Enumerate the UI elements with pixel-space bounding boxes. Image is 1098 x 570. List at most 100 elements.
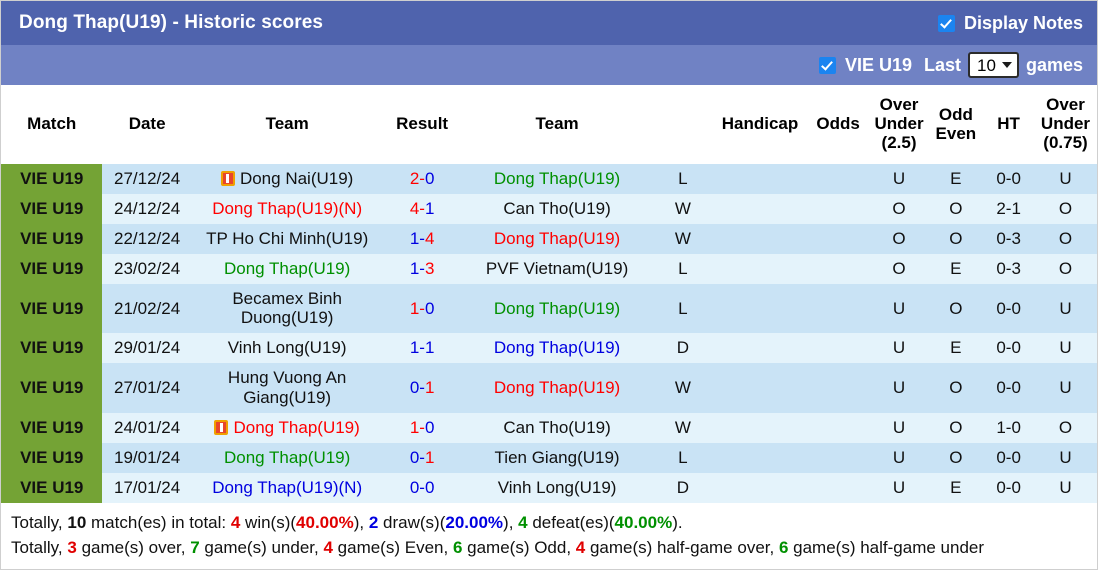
column-header-over-under-25[interactable]: Over Under (2.5) [869, 85, 929, 165]
table-row[interactable]: VIE U19 22/12/24 TP Ho Chi Minh(U19) 1-4 Don… [1, 223, 1097, 254]
handicap-value [713, 472, 807, 503]
table-row[interactable]: VIE U19 24/01/24 Dong Thap(U19) 1-0 Can Tho(… [1, 412, 1097, 443]
table-row[interactable]: VIE U19 29/01/24 Vinh Long(U19) 1-1 Dong Tha… [1, 333, 1097, 364]
display-notes-label: Display Notes [963, 12, 1083, 33]
ou25-line2: Under [874, 114, 924, 134]
away-team[interactable]: Tien Giang(U19) [461, 442, 653, 473]
odd-even-value: E [928, 164, 984, 194]
display-notes-checkbox[interactable] [937, 14, 955, 32]
home-team[interactable]: Dong Thap(U19) [191, 253, 383, 284]
home-team[interactable]: Dong Nai(U19) [191, 164, 383, 194]
summary-l2-p2: game(s) over, [76, 538, 191, 558]
home-team-name: Becamex Binh Duong(U19) [232, 288, 342, 328]
league-filter-checkbox[interactable] [818, 56, 836, 74]
home-team[interactable]: Dong Thap(U19) [191, 412, 383, 443]
column-header-team-away[interactable]: Team [461, 85, 653, 165]
match-date: 24/12/24 [102, 193, 192, 224]
column-header-over-under-075[interactable]: Over Under (0.75) [1033, 85, 1097, 165]
column-header-odd-even[interactable]: Odd Even [928, 85, 984, 165]
summary-line-ou-oe: Totally, 3 game(s) over, 7 game(s) under… [11, 535, 1087, 561]
table-row[interactable]: VIE U19 27/12/24 Dong Nai(U19) 2-0 Dong Thap… [1, 164, 1097, 194]
away-score: 1 [424, 338, 435, 358]
away-team-name: Dong Thap(U19) [493, 228, 621, 248]
column-header-handicap[interactable]: Handicap [713, 85, 807, 165]
ou075-line1: Over [1046, 95, 1085, 114]
summary-l1-p6: ), [503, 512, 519, 532]
away-team[interactable]: Dong Thap(U19) [461, 164, 653, 194]
home-team-name: Dong Thap(U19) [223, 258, 351, 278]
home-team[interactable]: Dong Thap(U19)(N) [191, 472, 383, 503]
table-row[interactable]: VIE U19 21/02/24 Becamex Binh Duong(U19) 1-… [1, 283, 1097, 334]
table-row[interactable]: VIE U19 27/01/24 Hung Vuong An Giang(U19) 0… [1, 363, 1097, 413]
away-team-name: Tien Giang(U19) [494, 447, 620, 467]
result-outcome: D [652, 472, 714, 503]
summary-l1-p3: win(s)( [240, 512, 297, 532]
page-title: Dong Thap(U19) - Historic scores [19, 12, 324, 33]
last-games-select[interactable]: 10 [968, 52, 1019, 78]
away-team[interactable]: Can Tho(U19) [461, 193, 653, 224]
home-score: 1 [409, 338, 420, 358]
odds-value [806, 333, 870, 364]
summary-line-results: Totally, 10 match(es) in total: 4 win(s)… [11, 510, 1087, 536]
over-under-25-value: O [869, 223, 929, 254]
match-result: 2-0 [382, 164, 462, 194]
odds-value [806, 472, 870, 503]
half-time-score: 0-0 [983, 164, 1034, 194]
match-date: 23/02/24 [102, 253, 192, 284]
over-under-075-value: U [1033, 442, 1097, 473]
table-body: VIE U19 27/12/24 Dong Nai(U19) 2-0 Dong Thap… [1, 164, 1097, 503]
away-team[interactable]: PVF Vietnam(U19) [461, 253, 653, 284]
match-result: 0-1 [382, 442, 462, 473]
away-team-name: Dong Thap(U19) [493, 169, 621, 189]
column-header-wdl [652, 85, 714, 165]
home-team[interactable]: TP Ho Chi Minh(U19) [191, 223, 383, 254]
half-time-score: 0-3 [983, 223, 1034, 254]
league-badge: VIE U19 [1, 253, 103, 284]
red-card-icon [214, 419, 229, 435]
away-team-name: PVF Vietnam(U19) [485, 258, 629, 278]
column-header-ht[interactable]: HT [983, 85, 1034, 165]
summary-half-over-count: 4 [575, 538, 586, 558]
table-row[interactable]: VIE U19 19/01/24 Dong Thap(U19) 0-1 Tien Gia… [1, 442, 1097, 473]
over-under-075-value: U [1033, 363, 1097, 413]
match-result: 0-1 [382, 363, 462, 413]
match-date: 17/01/24 [102, 472, 192, 503]
column-header-result[interactable]: Result [382, 85, 462, 165]
red-card-icon [220, 171, 235, 187]
column-header-date[interactable]: Date [102, 85, 192, 165]
result-outcome: L [652, 253, 714, 284]
handicap-value [713, 223, 807, 254]
column-header-team-home[interactable]: Team [191, 85, 383, 165]
home-team[interactable]: Vinh Long(U19) [191, 333, 383, 364]
result-outcome: W [652, 223, 714, 254]
ou25-line3: (2.5) [881, 133, 917, 153]
away-team[interactable]: Vinh Long(U19) [461, 472, 653, 503]
away-team-name: Can Tho(U19) [503, 198, 611, 218]
over-under-25-value: U [869, 472, 929, 503]
home-team[interactable]: Becamex Binh Duong(U19) [191, 283, 383, 334]
away-team[interactable]: Dong Thap(U19) [461, 223, 653, 254]
handicap-value [713, 193, 807, 224]
historic-scores-table: Match Date Team Result Team Handicap Odd… [1, 85, 1097, 503]
over-under-25-value: U [869, 333, 929, 364]
table-row[interactable]: VIE U19 17/01/24 Dong Thap(U19)(N) 0-0 Vinh … [1, 472, 1097, 503]
table-header: Match Date Team Result Team Handicap Odd… [1, 85, 1097, 165]
column-header-odds[interactable]: Odds [806, 85, 870, 165]
odd-even-value: E [928, 253, 984, 284]
over-under-25-value: U [869, 283, 929, 334]
result-outcome: L [652, 442, 714, 473]
column-header-match[interactable]: Match [1, 85, 103, 165]
home-team[interactable]: Dong Thap(U19)(N) [191, 193, 383, 224]
home-team[interactable]: Hung Vuong An Giang(U19) [191, 363, 383, 413]
away-team[interactable]: Dong Thap(U19) [461, 333, 653, 364]
away-team[interactable]: Dong Thap(U19) [461, 363, 653, 413]
away-team[interactable]: Can Tho(U19) [461, 412, 653, 443]
away-team[interactable]: Dong Thap(U19) [461, 283, 653, 334]
odd-even-value: O [928, 283, 984, 334]
odd-even-value: E [928, 472, 984, 503]
away-score: 0 [424, 298, 435, 318]
match-result: 1-0 [382, 412, 462, 443]
table-row[interactable]: VIE U19 24/12/24 Dong Thap(U19)(N) 4-1 Can T… [1, 193, 1097, 224]
table-row[interactable]: VIE U19 23/02/24 Dong Thap(U19) 1-3 PVF Viet… [1, 253, 1097, 284]
home-team[interactable]: Dong Thap(U19) [191, 442, 383, 473]
